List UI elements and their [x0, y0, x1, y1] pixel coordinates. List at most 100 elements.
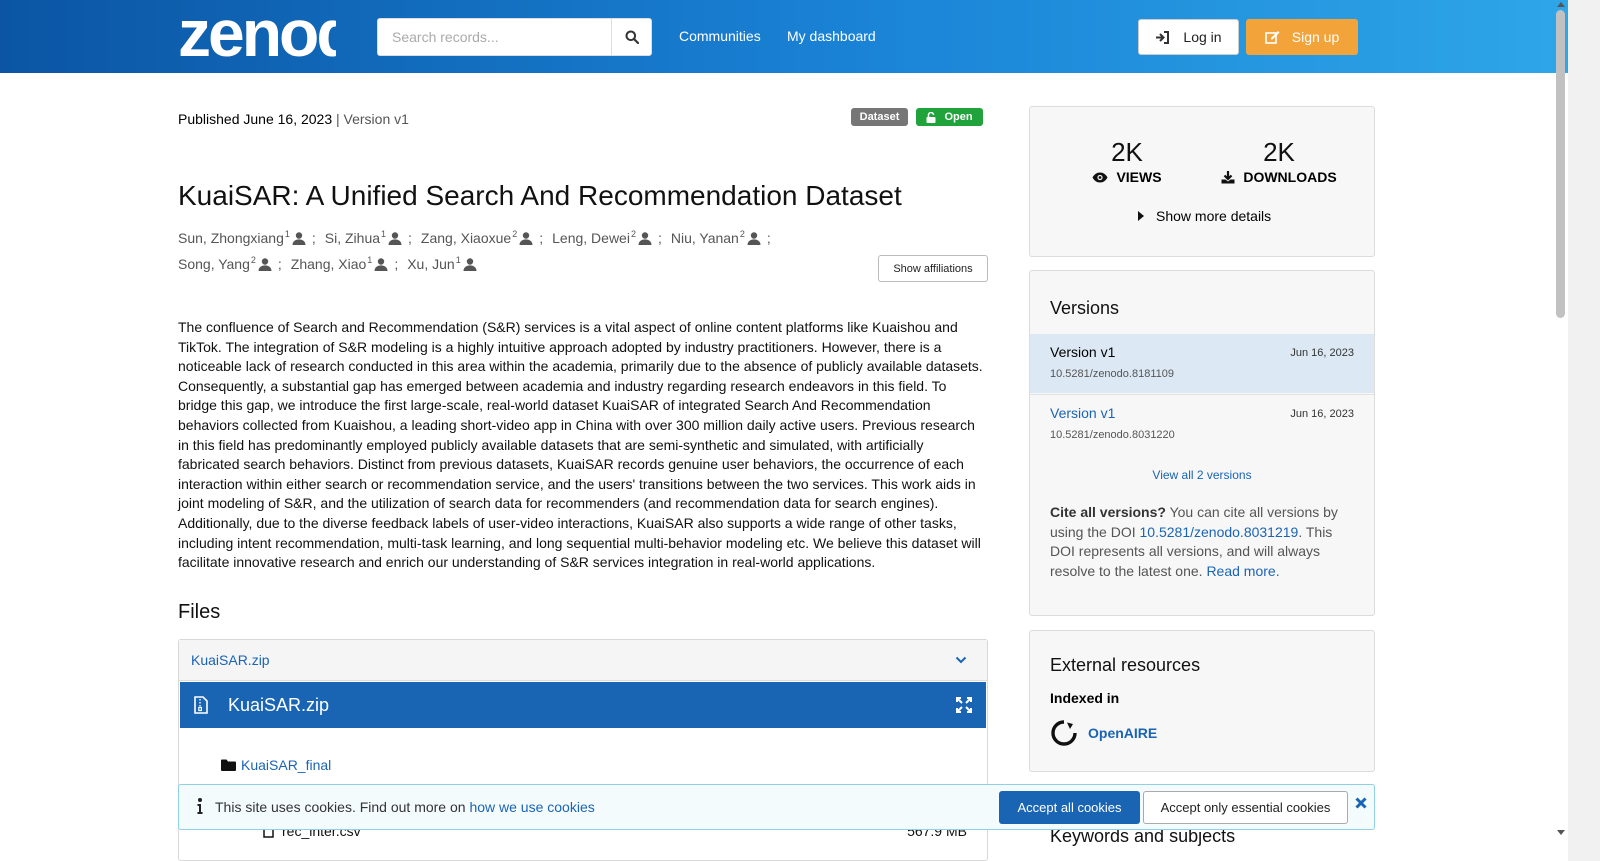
scroll-up-arrow-icon[interactable]	[1556, 0, 1566, 8]
resource-type-badge: Dataset	[851, 108, 908, 126]
external-resources-card: External resources Indexed in OpenAIRE	[1029, 630, 1375, 772]
affiliation-number: 2	[250, 255, 256, 265]
versions-heading: Versions	[1050, 298, 1120, 318]
view-all-versions-link[interactable]: View all 2 versions	[1030, 468, 1374, 482]
unlock-icon	[926, 111, 936, 123]
sign-in-icon	[1156, 30, 1170, 44]
access-badge: Open	[916, 108, 983, 126]
version-text: | Version v1	[336, 111, 409, 127]
authors-row-1: Sun, Zhongxiang 1; Si, Zihua 1; Zang, Xiaoxu…	[178, 229, 780, 246]
edit-icon	[1264, 31, 1280, 44]
files-accordion-header[interactable]: KuaiSAR.zip	[179, 640, 987, 681]
downloads-label: DOWNLOADS	[1243, 169, 1337, 185]
nav-communities[interactable]: Communities	[679, 28, 761, 44]
person-icon	[638, 231, 652, 245]
affiliation-number: 2	[512, 229, 518, 239]
author-label: Zhang, Xiao	[290, 256, 367, 272]
author-name[interactable]: Niu, Yanan 2	[671, 229, 761, 246]
cite-end: .	[1275, 562, 1280, 579]
author-name[interactable]: Si, Zihua 1	[325, 229, 402, 246]
authors-row-2: Song, Yang 2; Zhang, Xiao 1; Xu, Jun 1	[178, 255, 477, 272]
openaire-label: OpenAIRE	[1088, 725, 1158, 741]
author-label: Leng, Dewei	[552, 230, 630, 246]
published-text: Published June 16, 2023	[178, 111, 333, 127]
author-separator: ;	[766, 230, 771, 246]
publication-date: Published June 16, 2023 | Version v1	[178, 111, 409, 127]
author-separator: ;	[394, 256, 399, 272]
affiliation-number: 2	[739, 229, 745, 239]
author-label: Xu, Jun	[407, 256, 455, 272]
person-icon	[292, 231, 306, 245]
top-navbar: zenodo Communities My dashboard Log in S…	[0, 0, 1568, 73]
search-input[interactable]	[377, 18, 612, 56]
preview-title: KuaiSAR.zip	[228, 694, 330, 715]
version-name: Version v1	[1050, 344, 1116, 360]
concept-doi-link[interactable]: 10.5281/zenodo.8031219	[1140, 524, 1299, 540]
login-label: Log in	[1183, 29, 1222, 45]
cookie-policy-link[interactable]: how we use cookies	[469, 799, 594, 815]
affiliation-number: 2	[630, 229, 636, 239]
signup-label: Sign up	[1291, 29, 1340, 45]
expand-icon[interactable]	[956, 697, 972, 713]
archive-file-link[interactable]: KuaiSAR.zip	[191, 652, 270, 668]
folder-item[interactable]: KuaiSAR_final	[221, 757, 331, 773]
accept-essential-cookies-button[interactable]: Accept only essential cookies	[1143, 791, 1348, 824]
search-icon	[625, 30, 639, 44]
read-more-link[interactable]: Read more	[1206, 563, 1275, 579]
version-date: Jun 16, 2023	[1290, 408, 1354, 420]
login-button[interactable]: Log in	[1138, 19, 1239, 55]
version-item[interactable]: Version v1 Jun 16, 2023 10.5281/zenodo.8…	[1030, 394, 1374, 453]
author-separator: ;	[657, 230, 662, 246]
svg-text:zenodo: zenodo	[178, 6, 336, 60]
record-title: KuaiSAR: A Unified Search And Recommenda…	[178, 180, 902, 211]
versions-card: Versions Version v1 Jun 16, 2023 10.5281…	[1029, 270, 1375, 616]
folder-icon	[221, 759, 236, 771]
author-name[interactable]: Zang, Xiaoxue 2	[421, 229, 533, 246]
downloads-stat: 2K DOWNLOADS	[1220, 137, 1338, 185]
scroll-down-arrow-icon[interactable]	[1556, 829, 1566, 837]
signup-button[interactable]: Sign up	[1246, 19, 1358, 55]
zenodo-logo[interactable]: zenodo	[178, 0, 395, 70]
openaire-logo-icon	[1051, 720, 1077, 746]
version-doi: 10.5281/zenodo.8181109	[1050, 368, 1174, 380]
author-separator: ;	[311, 230, 316, 246]
indexed-in-label: Indexed in	[1050, 690, 1120, 706]
affiliation-number: 1	[455, 255, 461, 265]
eye-icon	[1092, 172, 1108, 182]
author-name[interactable]: Song, Yang 2	[178, 255, 272, 272]
person-icon	[747, 231, 761, 245]
author-name[interactable]: Leng, Dewei 2	[552, 229, 652, 246]
author-name[interactable]: Xu, Jun 1	[407, 255, 477, 272]
author-separator: ;	[277, 256, 282, 272]
record-abstract: The confluence of Search and Recommendat…	[178, 319, 983, 571]
search-button[interactable]	[611, 18, 652, 56]
affiliation-number: 1	[381, 229, 387, 239]
show-more-details-toggle[interactable]: Show more details	[1138, 208, 1271, 224]
version-name-link[interactable]: Version v1	[1050, 405, 1115, 421]
page-scrollbar[interactable]	[1568, 0, 1600, 861]
author-separator: ;	[539, 230, 544, 246]
close-icon[interactable]	[1355, 797, 1367, 809]
chevron-down-icon[interactable]	[955, 656, 967, 664]
person-icon	[388, 231, 402, 245]
person-icon	[374, 257, 388, 271]
person-icon	[463, 257, 477, 271]
affiliation-number: 1	[284, 229, 290, 239]
caret-right-icon	[1138, 211, 1144, 221]
version-item[interactable]: Version v1 Jun 16, 2023 10.5281/zenodo.8…	[1030, 334, 1374, 393]
cite-all-versions: Cite all versions? You can cite all vers…	[1050, 503, 1360, 581]
person-icon	[258, 257, 272, 271]
scrollbar-thumb[interactable]	[1556, 10, 1565, 318]
accept-all-cookies-button[interactable]: Accept all cookies	[999, 791, 1140, 824]
nav-my-dashboard[interactable]: My dashboard	[787, 28, 876, 44]
show-affiliations-button[interactable]: Show affiliations	[878, 255, 988, 282]
files-heading: Files	[178, 601, 221, 623]
views-stat: 2K VIEWS	[1092, 137, 1162, 185]
cookie-message: This site uses cookies. Find out more on…	[215, 799, 595, 815]
views-label: VIEWS	[1116, 169, 1162, 185]
cookie-banner: This site uses cookies. Find out more on…	[178, 784, 1375, 830]
downloads-value: 2K	[1263, 137, 1295, 167]
author-name[interactable]: Sun, Zhongxiang 1	[178, 229, 306, 246]
openaire-link[interactable]: OpenAIRE	[1050, 719, 1157, 747]
author-name[interactable]: Zhang, Xiao 1	[290, 255, 389, 272]
